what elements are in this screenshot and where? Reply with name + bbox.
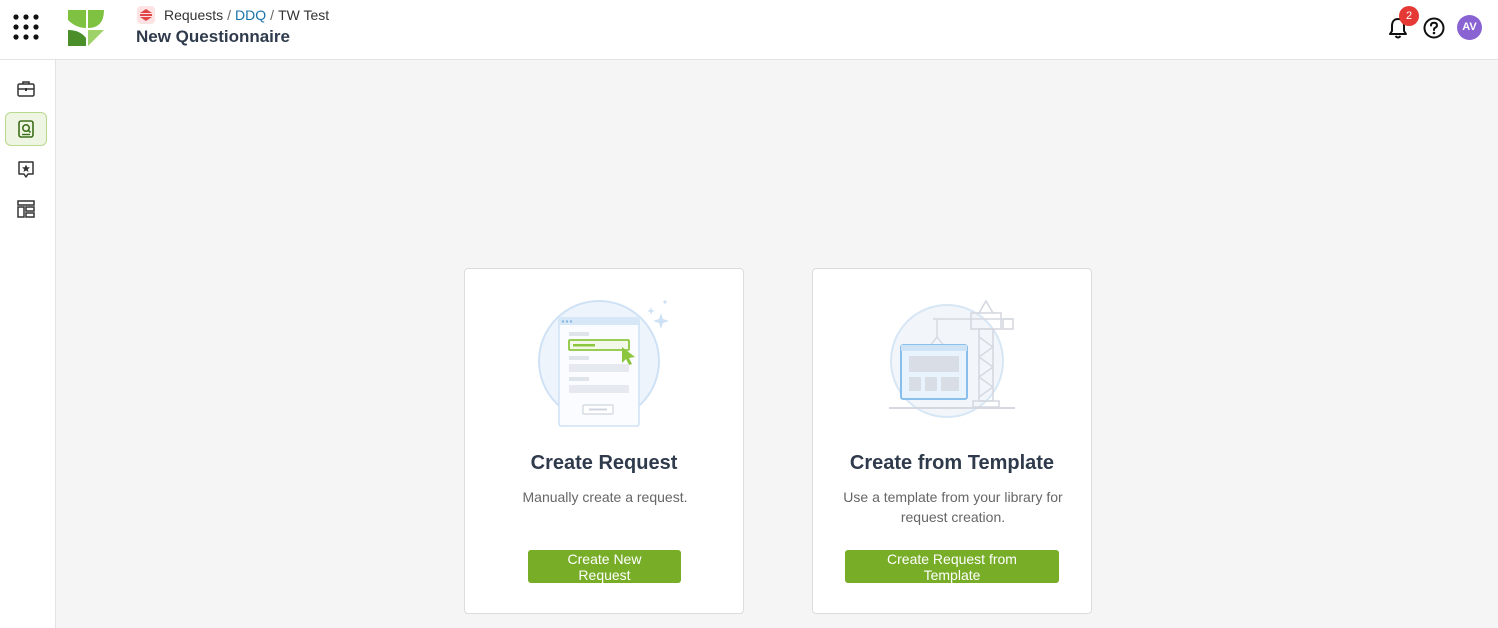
create-request-from-template-button[interactable]: Create Request from Template bbox=[845, 550, 1059, 583]
sidebar-item-requests[interactable] bbox=[5, 112, 47, 146]
card-title: Create Request bbox=[530, 452, 678, 474]
sidebar-item-templates[interactable] bbox=[5, 192, 47, 226]
breadcrumb-ddq[interactable]: DDQ bbox=[235, 7, 266, 23]
create-request-illustration bbox=[465, 293, 745, 433]
create-from-template-illustration bbox=[813, 293, 1093, 433]
card-description: Use a template from your library for req… bbox=[843, 489, 1063, 525]
create-from-template-card: Create from Template Use a template from… bbox=[812, 268, 1092, 614]
card-title: Create from Template bbox=[849, 452, 1055, 474]
help-icon[interactable] bbox=[1423, 17, 1445, 39]
breadcrumb: Requests / DDQ / TW Test bbox=[136, 5, 329, 25]
create-request-card: Create Request Manually create a request… bbox=[464, 268, 744, 614]
top-header: Requests / DDQ / TW Test New Questionnai… bbox=[0, 0, 1498, 60]
create-new-request-button[interactable]: Create New Request bbox=[528, 550, 681, 583]
notification-count-badge: 2 bbox=[1399, 6, 1419, 26]
layout-icon bbox=[16, 199, 36, 219]
sidebar-item-favorites[interactable] bbox=[5, 152, 47, 186]
breadcrumb-separator: / bbox=[227, 7, 232, 23]
requests-module-icon bbox=[136, 5, 156, 25]
briefcase-icon bbox=[16, 79, 36, 99]
user-avatar[interactable]: AV bbox=[1457, 15, 1482, 40]
page-title: New Questionnaire bbox=[136, 27, 290, 46]
breadcrumb-current: TW Test bbox=[278, 7, 330, 23]
breadcrumb-separator: / bbox=[270, 7, 275, 23]
apps-grid-icon[interactable] bbox=[10, 10, 44, 44]
left-sidebar bbox=[0, 60, 56, 628]
sidebar-item-projects[interactable] bbox=[5, 72, 47, 106]
card-description: Manually create a request. bbox=[522, 489, 688, 505]
breadcrumb-requests[interactable]: Requests bbox=[164, 7, 223, 23]
brand-logo-icon[interactable] bbox=[66, 8, 106, 48]
star-badge-icon bbox=[16, 159, 36, 179]
search-document-icon bbox=[16, 119, 36, 139]
